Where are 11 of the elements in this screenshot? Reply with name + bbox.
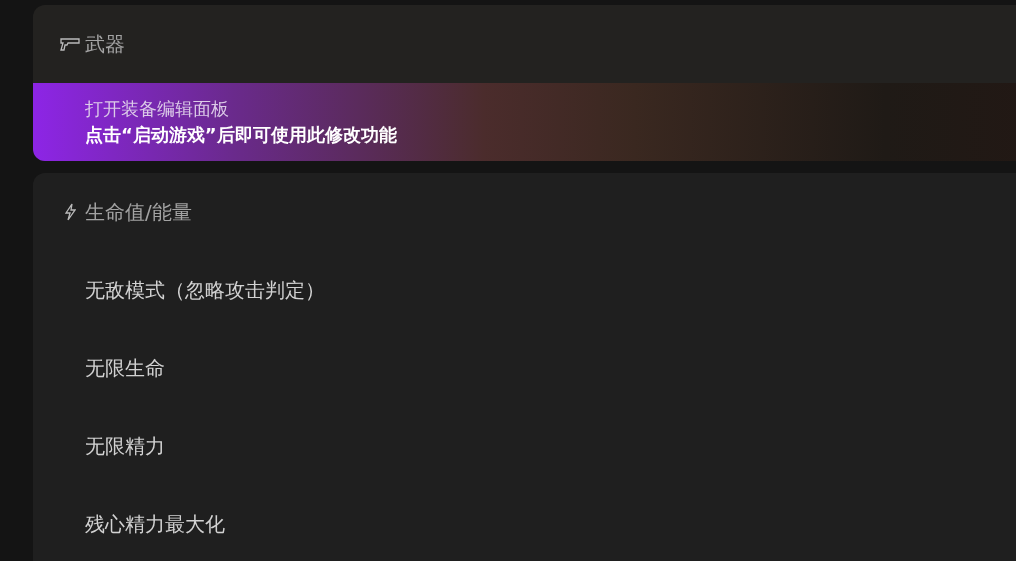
- pistol-icon: [60, 37, 80, 51]
- banner-subtitle: 点击“启动游戏”后即可使用此修改功能: [85, 123, 398, 147]
- cheat-option[interactable]: 无限精力: [85, 432, 165, 460]
- cheat-option[interactable]: 无限生命: [85, 354, 165, 382]
- lightning-icon: [64, 203, 76, 221]
- section-title: 武器: [85, 30, 125, 58]
- cheat-option[interactable]: 无敌模式（忽略攻击判定）: [85, 276, 325, 304]
- section-title: 生命值/能量: [85, 198, 192, 226]
- editor-panel-banner[interactable]: 打开装备编辑面板 点击“启动游戏”后即可使用此修改功能: [33, 83, 1016, 161]
- banner-title: 打开装备编辑面板: [85, 97, 230, 121]
- cheat-option[interactable]: 残心精力最大化: [85, 510, 225, 538]
